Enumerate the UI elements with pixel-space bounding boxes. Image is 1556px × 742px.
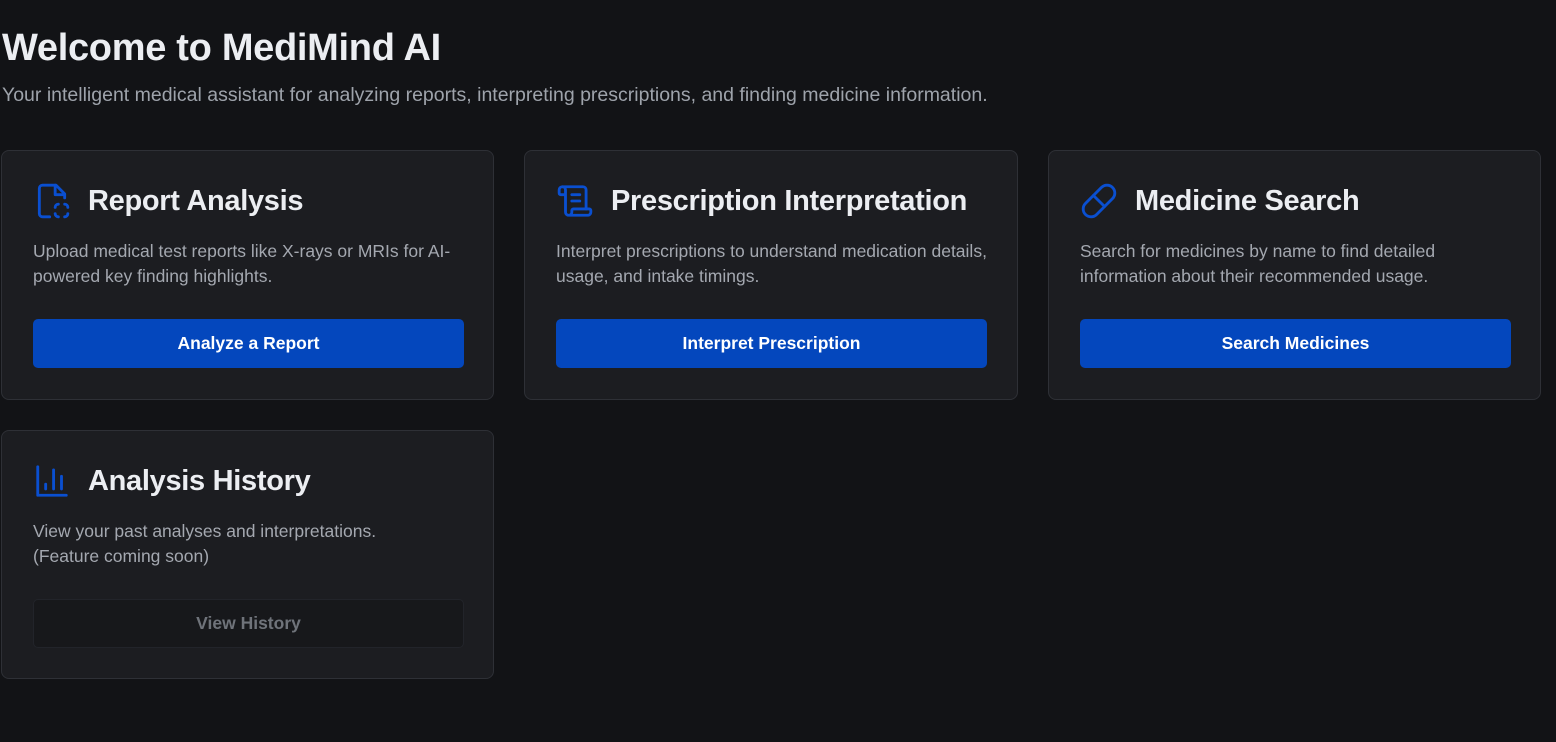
card-header: Analysis History: [33, 461, 311, 501]
card-title: Analysis History: [88, 464, 311, 497]
card-description: View your past analyses and interpretati…: [33, 521, 377, 566]
page-title: Welcome to MediMind AI: [2, 27, 441, 69]
view-history-button[interactable]: View History: [33, 599, 464, 648]
dashboard-page: Welcome to MediMind AI Your intelligent …: [0, 0, 1556, 742]
medicine-search-card: Medicine Search Search for medicines by …: [1048, 150, 1541, 400]
card-header: Prescription Interpretation: [556, 181, 967, 221]
analysis-history-card: Analysis History View your past analyses…: [1, 430, 494, 679]
pill-icon: [1080, 181, 1120, 221]
bar-chart-icon: [33, 461, 73, 501]
page-subtitle: Your intelligent medical assistant for a…: [2, 84, 988, 106]
card-title: Prescription Interpretation: [611, 184, 968, 217]
search-medicines-button[interactable]: Search Medicines: [1080, 319, 1511, 368]
prescription-interpretation-card: Prescription Interpretation Interpret pr…: [524, 150, 1018, 400]
analyze-report-button[interactable]: Analyze a Report: [33, 319, 464, 368]
interpret-prescription-button[interactable]: Interpret Prescription: [556, 319, 987, 368]
card-description: Upload medical test reports like X-rays …: [33, 241, 451, 286]
card-description: Search for medicines by name to find det…: [1080, 241, 1436, 286]
card-title: Medicine Search: [1135, 184, 1360, 217]
scroll-icon: [556, 181, 596, 221]
card-header: Report Analysis: [33, 181, 304, 221]
report-analysis-card: Report Analysis Upload medical test repo…: [1, 150, 494, 400]
card-header: Medicine Search: [1080, 181, 1360, 221]
card-title: Report Analysis: [88, 184, 304, 217]
card-description: Interpret prescriptions to understand me…: [556, 241, 987, 286]
file-scan-icon: [33, 181, 73, 221]
